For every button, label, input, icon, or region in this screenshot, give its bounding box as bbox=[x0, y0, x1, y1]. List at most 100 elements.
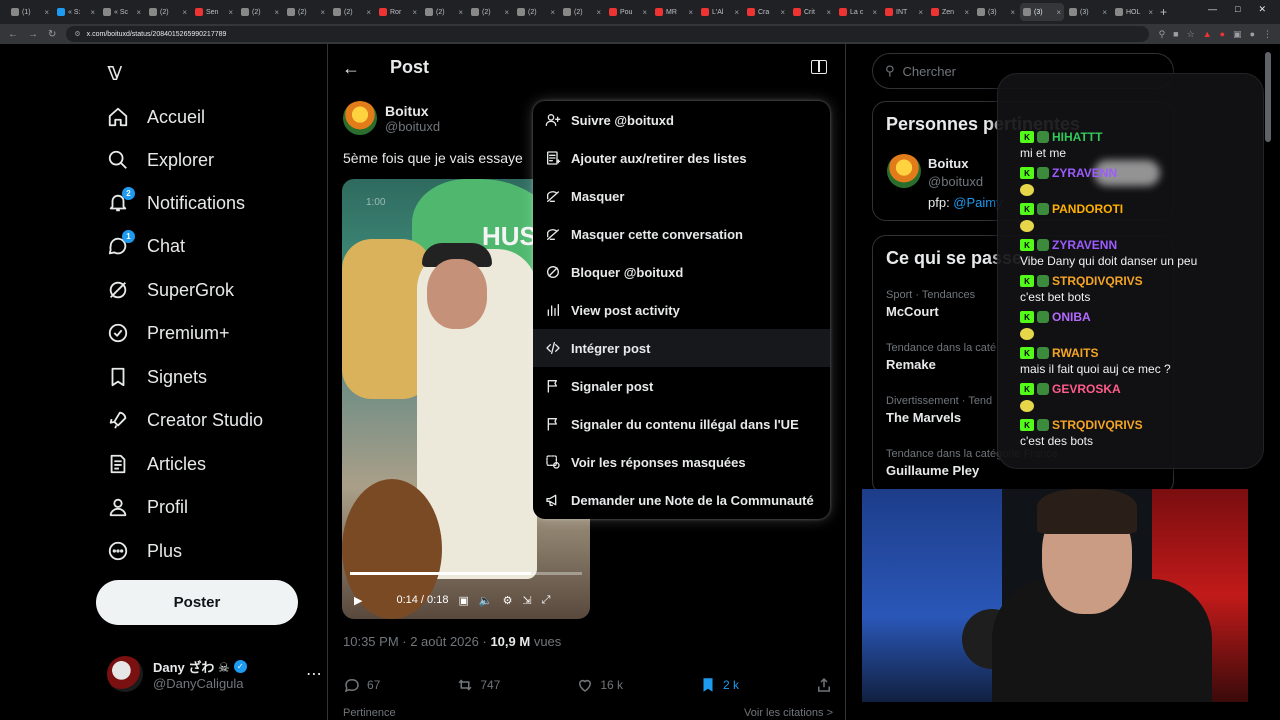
nav-item-articles[interactable]: Articles bbox=[107, 446, 206, 482]
author-handle[interactable]: @boituxd bbox=[385, 119, 440, 134]
close-tab-icon[interactable]: × bbox=[642, 8, 647, 17]
bookmark-button[interactable]: 2 k bbox=[699, 676, 739, 694]
close-tab-icon[interactable]: × bbox=[182, 8, 187, 17]
browser-tab[interactable]: La c × bbox=[836, 3, 880, 21]
sort-relevance[interactable]: Pertinence bbox=[343, 707, 396, 719]
close-tab-icon[interactable]: × bbox=[550, 8, 555, 17]
reader-mode-icon[interactable] bbox=[811, 60, 827, 74]
close-tab-icon[interactable]: × bbox=[918, 8, 923, 17]
browser-tab[interactable]: (2) × bbox=[514, 3, 558, 21]
person-avatar[interactable] bbox=[887, 154, 921, 188]
extension-icon[interactable]: ● bbox=[1220, 29, 1225, 40]
close-tab-icon[interactable]: × bbox=[1102, 8, 1107, 17]
close-tab-icon[interactable]: × bbox=[1148, 8, 1153, 17]
video-progress-bar[interactable] bbox=[350, 572, 582, 575]
browser-tab[interactable]: (2) × bbox=[284, 3, 328, 21]
post-timestamp[interactable]: 10:35 PM · 2 août 2026 · bbox=[343, 634, 490, 649]
browser-tab[interactable]: Zen × bbox=[928, 3, 972, 21]
close-tab-icon[interactable]: × bbox=[826, 8, 831, 17]
profile-icon[interactable]: ● bbox=[1250, 29, 1255, 40]
menu-item-mute[interactable]: Masquer bbox=[533, 177, 830, 215]
browser-tab[interactable]: « S: × bbox=[54, 3, 98, 21]
browser-tab[interactable]: Crit × bbox=[790, 3, 834, 21]
back-nav-icon[interactable]: ← bbox=[8, 29, 18, 40]
x-logo-icon[interactable]: 𝕧 bbox=[107, 56, 122, 87]
nav-item-plus[interactable]: Plus bbox=[107, 533, 182, 569]
post-author[interactable]: Boitux @boituxd bbox=[343, 101, 440, 135]
browser-tab[interactable]: HOL × bbox=[1112, 3, 1156, 21]
window-controls[interactable]: — □ ✕ bbox=[1208, 4, 1266, 15]
close-tab-icon[interactable]: × bbox=[964, 8, 969, 17]
nav-item-accueil[interactable]: Accueil bbox=[107, 99, 205, 135]
browser-tab[interactable]: Cra × bbox=[744, 3, 788, 21]
scrollbar[interactable] bbox=[1265, 52, 1271, 142]
share-button[interactable] bbox=[815, 676, 833, 694]
close-tab-icon[interactable]: × bbox=[44, 8, 49, 17]
close-tab-icon[interactable]: × bbox=[366, 8, 371, 17]
close-tab-icon[interactable]: × bbox=[872, 8, 877, 17]
nav-item-supergrok[interactable]: SuperGrok bbox=[107, 272, 234, 308]
minimize-icon[interactable]: — bbox=[1208, 4, 1217, 15]
reload-icon[interactable]: ↻ bbox=[48, 29, 56, 40]
menu-item-mute-conversation[interactable]: Masquer cette conversation bbox=[533, 215, 830, 253]
fullscreen-icon[interactable]: ⤢ bbox=[542, 594, 551, 607]
captions-icon[interactable]: ▣ bbox=[458, 594, 468, 607]
author-avatar[interactable] bbox=[343, 101, 377, 135]
browser-tab[interactable]: INT × bbox=[882, 3, 926, 21]
nav-item-explorer[interactable]: Explorer bbox=[107, 142, 214, 178]
menu-item-flag[interactable]: Signaler post bbox=[533, 367, 830, 405]
menu-item-block[interactable]: Bloquer @boituxd bbox=[533, 253, 830, 291]
address-bar[interactable]: ⚙ x.com/boituxd/status/20840152659902177… bbox=[66, 26, 1149, 42]
close-tab-icon[interactable]: × bbox=[780, 8, 785, 17]
star-icon[interactable]: ☆ bbox=[1187, 29, 1195, 40]
browser-tab[interactable]: « Sc × bbox=[100, 3, 144, 21]
close-tab-icon[interactable]: × bbox=[1010, 8, 1015, 17]
browser-tab[interactable]: MR × bbox=[652, 3, 696, 21]
nav-item-profil[interactable]: Profil bbox=[107, 489, 188, 525]
back-arrow-icon[interactable]: ← bbox=[342, 58, 360, 79]
close-tab-icon[interactable]: × bbox=[274, 8, 279, 17]
browser-tab[interactable]: L'Al × bbox=[698, 3, 742, 21]
browser-tab[interactable]: Ror × bbox=[376, 3, 420, 21]
like-button[interactable]: 16 k bbox=[576, 676, 623, 694]
menu-item-list[interactable]: Ajouter aux/retirer des listes bbox=[533, 139, 830, 177]
pip-icon[interactable]: ⇲ bbox=[522, 594, 531, 607]
reply-button[interactable]: 67 bbox=[343, 676, 380, 694]
trend-item[interactable]: Divertissement · Tend The Marvels bbox=[886, 395, 992, 425]
play-icon[interactable]: ▶ bbox=[354, 594, 362, 607]
zoom-icon[interactable]: ⚲ bbox=[1159, 29, 1166, 40]
menu-icon[interactable]: ⋮ bbox=[1263, 29, 1272, 40]
puzzle-icon[interactable]: ▣ bbox=[1233, 29, 1242, 40]
browser-tab[interactable]: (3) × bbox=[1066, 3, 1110, 21]
nav-item-premium[interactable]: Premium+ bbox=[107, 315, 230, 351]
close-tab-icon[interactable]: × bbox=[596, 8, 601, 17]
settings-icon[interactable]: ⚙ bbox=[503, 594, 513, 607]
extension-icon[interactable]: ▲ bbox=[1203, 29, 1212, 40]
nav-item-signets[interactable]: Signets bbox=[107, 359, 207, 395]
extension-icon[interactable]: ■ bbox=[1173, 29, 1178, 40]
post-button[interactable]: Poster bbox=[96, 580, 298, 625]
person-handle[interactable]: @boituxd bbox=[928, 174, 983, 189]
browser-tab[interactable]: (3) × bbox=[974, 3, 1018, 21]
author-name[interactable]: Boitux bbox=[385, 103, 440, 119]
trend-item[interactable]: Tendance dans la caté Remake bbox=[886, 342, 996, 372]
nav-item-notifications[interactable]: 2 Notifications bbox=[107, 185, 245, 221]
browser-tab[interactable]: (2) × bbox=[330, 3, 374, 21]
forward-nav-icon[interactable]: → bbox=[28, 29, 38, 40]
browser-tab[interactable]: (2) × bbox=[146, 3, 190, 21]
close-tab-icon[interactable]: × bbox=[228, 8, 233, 17]
close-tab-icon[interactable]: × bbox=[412, 8, 417, 17]
browser-tab[interactable]: (1) × bbox=[8, 3, 52, 21]
nav-item-creator-studio[interactable]: Creator Studio bbox=[107, 402, 263, 438]
close-tab-icon[interactable]: × bbox=[688, 8, 693, 17]
repost-button[interactable]: 747 bbox=[456, 676, 500, 694]
menu-item-bar-chart[interactable]: View post activity bbox=[533, 291, 830, 329]
browser-tab[interactable]: (3) × bbox=[1020, 3, 1064, 21]
close-tab-icon[interactable]: × bbox=[458, 8, 463, 17]
site-info-icon[interactable]: ⚙ bbox=[74, 30, 80, 38]
nav-item-chat[interactable]: 1 Chat bbox=[107, 228, 185, 264]
menu-item-megaphone[interactable]: Demander une Note de la Communauté bbox=[533, 481, 830, 519]
menu-item-hidden-replies[interactable]: Voir les réponses masquées bbox=[533, 443, 830, 481]
volume-icon[interactable]: 🔈 bbox=[479, 594, 493, 607]
browser-tab[interactable]: Sen × bbox=[192, 3, 236, 21]
